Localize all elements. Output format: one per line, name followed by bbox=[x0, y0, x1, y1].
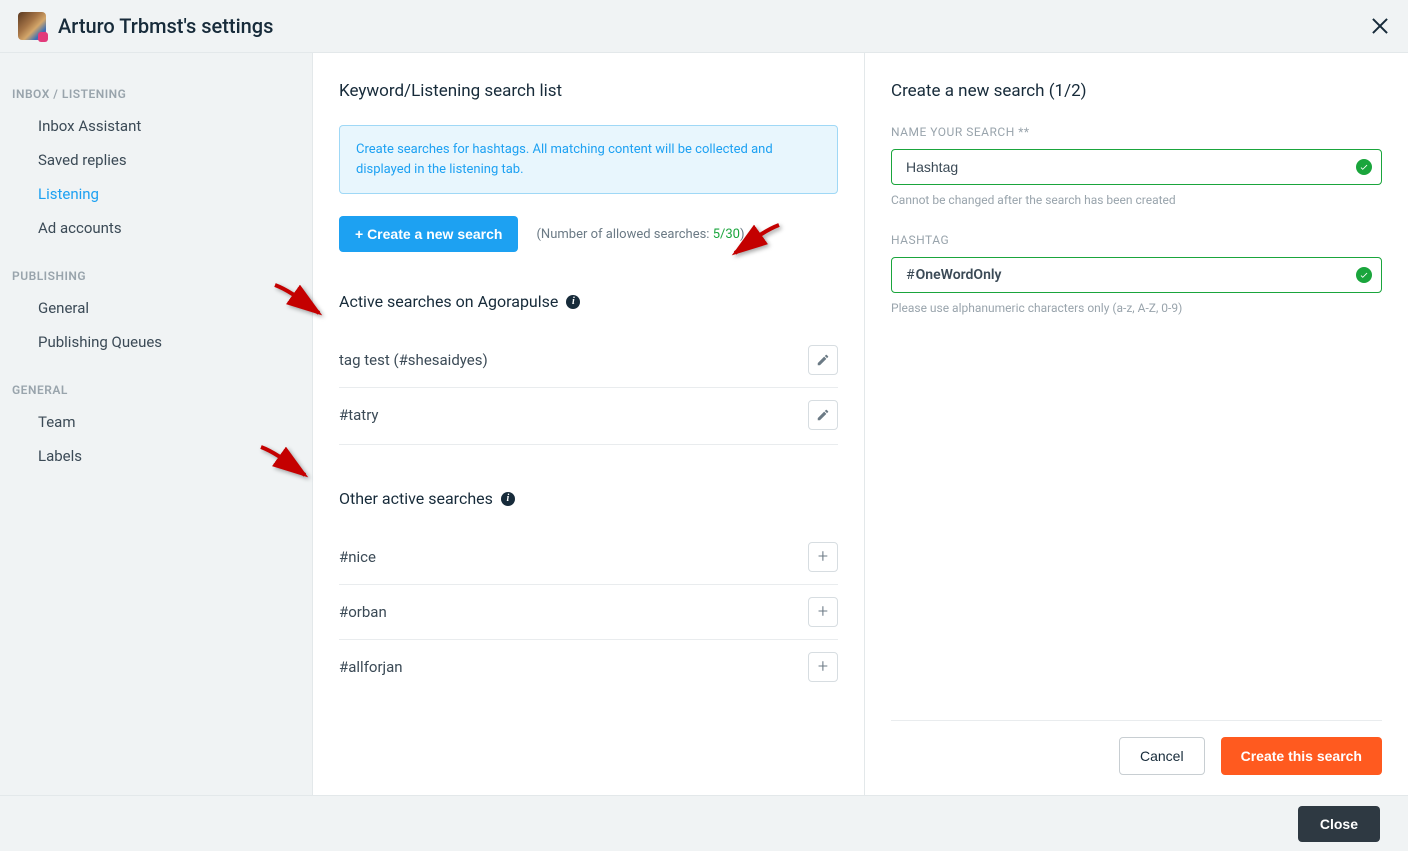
list-item: tag test (#shesaidyes) bbox=[339, 333, 838, 387]
hashtag-input[interactable]: #OneWordOnly bbox=[891, 257, 1382, 293]
hashtag-label: HASHTAG bbox=[891, 233, 1382, 247]
sidebar-item-team[interactable]: Team bbox=[12, 405, 300, 439]
edit-button[interactable] bbox=[808, 400, 838, 430]
search-label: tag test (#shesaidyes) bbox=[339, 351, 488, 369]
modal-footer: Close bbox=[0, 795, 1408, 851]
settings-sidebar: INBOX / LISTENING Inbox Assistant Saved … bbox=[0, 53, 313, 795]
main-content: INBOX / LISTENING Inbox Assistant Saved … bbox=[0, 53, 1408, 795]
search-label: #allforjan bbox=[339, 658, 403, 676]
other-searches-heading: Other active searches i bbox=[339, 489, 838, 508]
sidebar-category-general: GENERAL bbox=[12, 377, 300, 405]
search-list-panel: Keyword/Listening search list Create sea… bbox=[313, 53, 865, 795]
sidebar-category-publishing: PUBLISHING bbox=[12, 263, 300, 291]
sidebar-item-labels[interactable]: Labels bbox=[12, 439, 300, 473]
cancel-button[interactable]: Cancel bbox=[1119, 737, 1205, 775]
name-label: NAME YOUR SEARCH ** bbox=[891, 125, 1382, 139]
sidebar-category-inbox: INBOX / LISTENING bbox=[12, 81, 300, 109]
sidebar-item-general[interactable]: General bbox=[12, 291, 300, 325]
settings-header: Arturo Trbmst's settings bbox=[0, 0, 1408, 53]
create-this-search-button[interactable]: Create this search bbox=[1221, 737, 1382, 775]
list-item: #allforjan + bbox=[339, 639, 838, 694]
list-item: #orban + bbox=[339, 584, 838, 639]
edit-button[interactable] bbox=[808, 345, 838, 375]
create-search-button[interactable]: + Create a new search bbox=[339, 216, 518, 252]
info-banner: Create searches for hashtags. All matchi… bbox=[339, 125, 838, 194]
hashtag-helper-text: Please use alphanumeric characters only … bbox=[891, 301, 1382, 315]
search-name-input[interactable] bbox=[891, 149, 1382, 185]
search-label: #tatry bbox=[339, 406, 379, 424]
sidebar-item-inbox-assistant[interactable]: Inbox Assistant bbox=[12, 109, 300, 143]
plus-icon: + bbox=[818, 548, 828, 566]
other-searches-list: #nice + #orban + #allforjan + bbox=[339, 530, 838, 694]
close-button[interactable]: Close bbox=[1298, 806, 1380, 842]
allowed-count: 5/30 bbox=[713, 227, 740, 242]
valid-check-icon bbox=[1356, 159, 1372, 175]
plus-icon: + bbox=[818, 603, 828, 621]
pencil-icon bbox=[816, 408, 830, 422]
create-search-title: Create a new search (1/2) bbox=[891, 81, 1382, 101]
info-icon[interactable]: i bbox=[566, 295, 580, 309]
active-searches-list: tag test (#shesaidyes) #tatry bbox=[339, 333, 838, 445]
allowed-searches-text: (Number of allowed searches: 5/30) bbox=[536, 227, 744, 242]
search-label: #orban bbox=[339, 603, 387, 621]
valid-check-icon bbox=[1356, 267, 1372, 283]
list-item: #nice + bbox=[339, 530, 838, 584]
add-button[interactable]: + bbox=[808, 652, 838, 682]
list-item: #tatry bbox=[339, 387, 838, 442]
create-search-panel: Create a new search (1/2) NAME YOUR SEAR… bbox=[865, 53, 1408, 795]
search-label: #nice bbox=[339, 548, 376, 566]
pencil-icon bbox=[816, 353, 830, 367]
active-searches-heading: Active searches on Agorapulse i bbox=[339, 292, 838, 311]
sidebar-item-saved-replies[interactable]: Saved replies bbox=[12, 143, 300, 177]
sidebar-item-listening[interactable]: Listening bbox=[12, 177, 300, 211]
plus-icon: + bbox=[818, 658, 828, 676]
profile-avatar bbox=[18, 12, 46, 40]
search-list-title: Keyword/Listening search list bbox=[339, 81, 838, 101]
add-button[interactable]: + bbox=[808, 597, 838, 627]
add-button[interactable]: + bbox=[808, 542, 838, 572]
name-helper-text: Cannot be changed after the search has b… bbox=[891, 193, 1382, 207]
close-icon[interactable] bbox=[1368, 14, 1392, 38]
page-title: Arturo Trbmst's settings bbox=[58, 14, 273, 38]
info-icon[interactable]: i bbox=[501, 492, 515, 506]
sidebar-item-publishing-queues[interactable]: Publishing Queues bbox=[12, 325, 300, 359]
sidebar-item-ad-accounts[interactable]: Ad accounts bbox=[12, 211, 300, 245]
